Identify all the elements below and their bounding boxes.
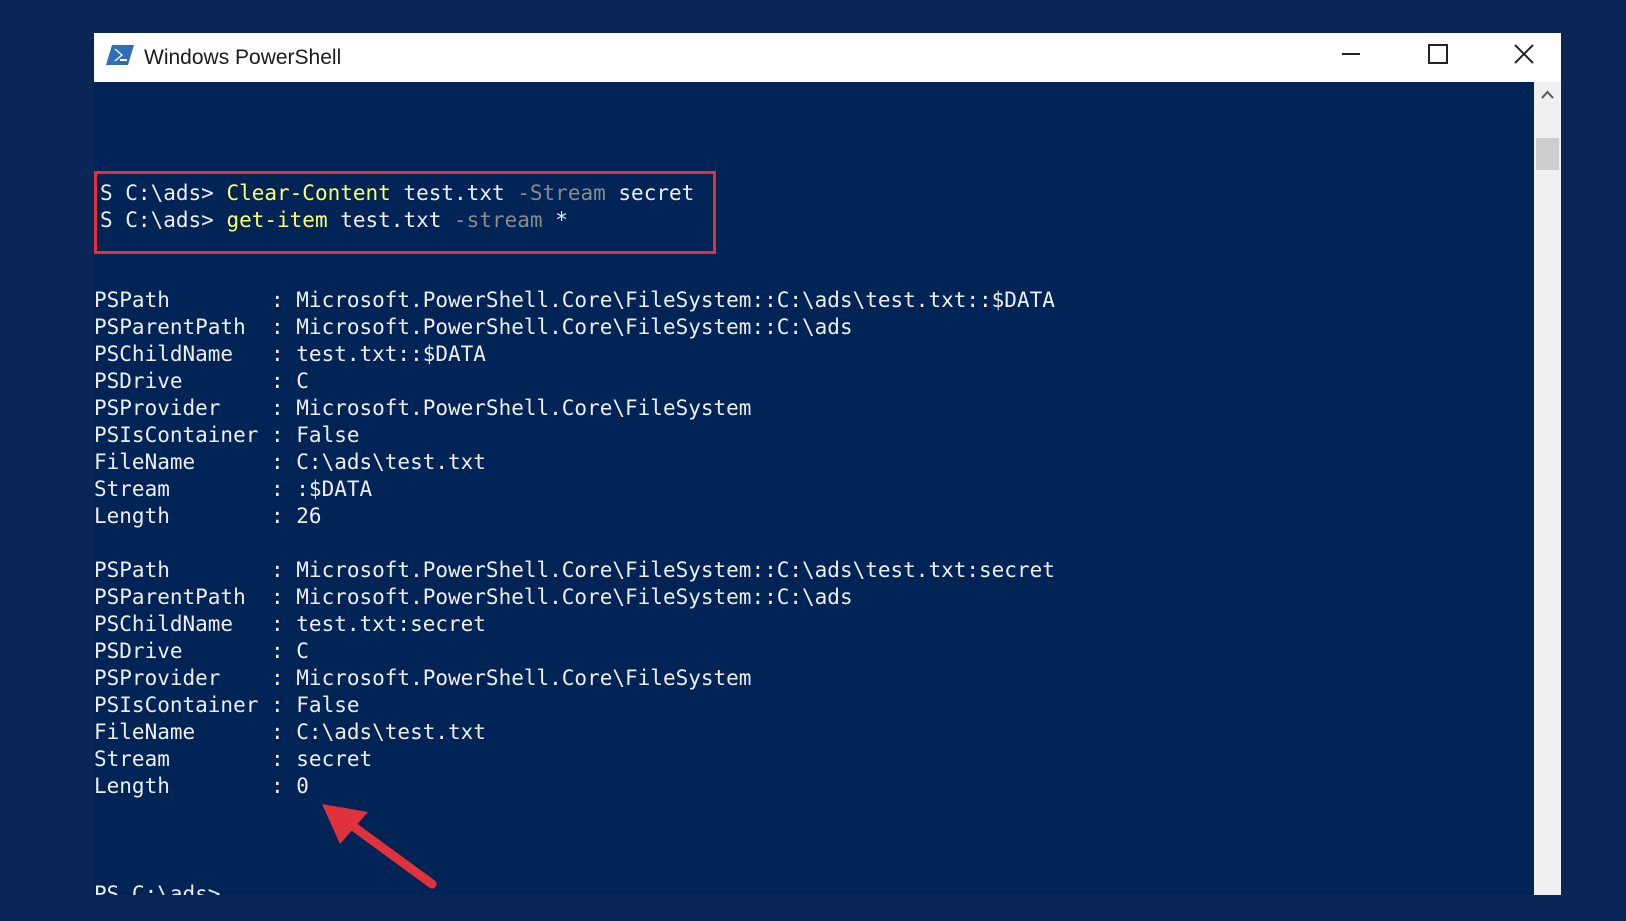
output-line: PSDrive : C [94,369,309,393]
close-button[interactable] [1481,33,1561,77]
scroll-thumb[interactable] [1536,138,1559,170]
output-line: Stream : :$DATA [94,477,373,501]
output-line: PSIsContainer : False [94,693,360,717]
output-line: PSProvider : Microsoft.PowerShell.Core\F… [94,666,752,690]
powershell-icon [106,45,134,65]
cmd-target: test.txt [327,208,455,232]
command-line: S C:\ads> get-item test.txt -stream * [94,207,568,234]
output-line: PSPath : Microsoft.PowerShell.Core\FileS… [94,558,1055,582]
maximize-icon [1428,44,1448,64]
prompt: S C:\ads> [100,208,227,232]
cmdlet-name: get-item [226,208,328,232]
minimize-icon [1342,53,1360,55]
window-title: Windows PowerShell [144,46,342,69]
output-line: PSParentPath : Microsoft.PowerShell.Core… [94,585,853,609]
chevron-up-icon [1541,90,1554,99]
arrow-icon [322,804,437,889]
output-line: PSPath : Microsoft.PowerShell.Core\FileS… [94,288,1055,312]
output-line: PSProvider : Microsoft.PowerShell.Core\F… [94,396,752,420]
cmd-parameter: -stream [454,208,543,232]
console-output[interactable]: S C:\ads> Clear-Content test.txt -Stream… [94,82,1534,895]
cmd-target: test.txt [390,181,518,205]
output-line: PSChildName : test.txt:secret [94,612,486,636]
maximize-button[interactable] [1395,33,1483,77]
output-line: PSIsContainer : False [94,423,360,447]
close-icon [1514,44,1534,64]
output-line: Stream : secret [94,747,373,771]
cmdlet-name: Clear-Content [226,181,391,205]
minimize-button[interactable] [1308,33,1396,77]
output-line: Length : 26 [94,504,322,528]
title-bar[interactable]: Windows PowerShell [94,33,1561,82]
cmd-parameter: -Stream [517,181,606,205]
output-line: PSParentPath : Microsoft.PowerShell.Core… [94,315,853,339]
powershell-window: Windows PowerShell S C:\ads> Clear-Conte… [94,33,1561,895]
prompt: S C:\ads> [100,181,227,205]
output-line: FileName : C:\ads\test.txt [94,450,486,474]
scroll-up-button[interactable] [1534,82,1561,109]
final-prompt[interactable]: PS C:\ads> [94,881,220,895]
cmd-value: secret [605,181,695,205]
output-line: PSChildName : test.txt::$DATA [94,342,486,366]
cmd-value: * [542,208,568,232]
command-line: S C:\ads> Clear-Content test.txt -Stream… [94,180,694,207]
vertical-scrollbar[interactable] [1534,82,1561,895]
output-line: Length : 0 [94,774,309,798]
output-line: FileName : C:\ads\test.txt [94,720,486,744]
output-line: PSDrive : C [94,639,309,663]
